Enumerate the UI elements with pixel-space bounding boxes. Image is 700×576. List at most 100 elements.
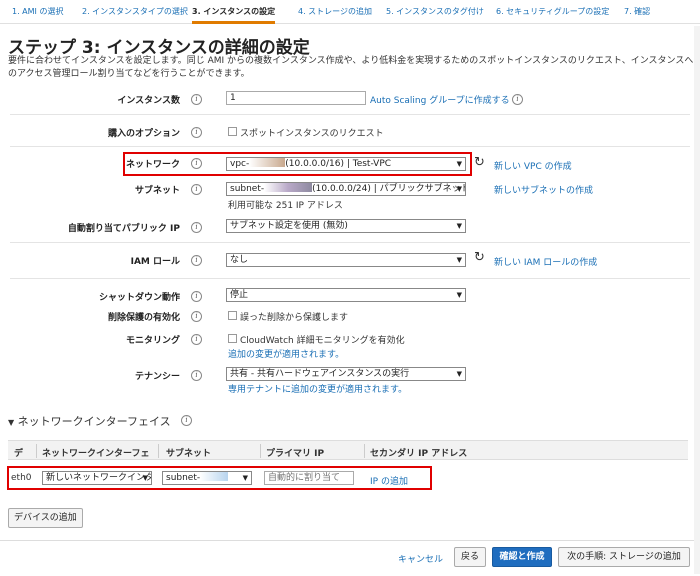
instance-count-input[interactable]: 1 bbox=[226, 91, 366, 105]
termination-protection-checkbox-label: 誤った削除から保護します bbox=[240, 313, 349, 323]
info-icon[interactable]: i bbox=[191, 291, 202, 302]
shutdown-label: シャットダウン動作 bbox=[98, 293, 180, 303]
redacted-mask bbox=[200, 472, 229, 481]
spot-instance-checkbox[interactable] bbox=[228, 127, 237, 136]
auto-scaling-link[interactable]: Auto Scaling グループに作成する bbox=[370, 93, 510, 106]
tab-configure-instance[interactable]: 3. インスタンスの設定 bbox=[192, 0, 276, 24]
tab-review[interactable]: 7. 確認 bbox=[624, 6, 650, 17]
chevron-down-icon: ▼ bbox=[456, 370, 462, 378]
wizard-tabs: 1. AMI の選択 2. インスタンスタイプの選択 3. インスタンスの設定 … bbox=[0, 0, 700, 24]
info-icon[interactable]: i bbox=[191, 127, 202, 138]
termination-protection-label: 削除保護の有効化 bbox=[107, 313, 180, 323]
subnet-cidr-name: (10.0.0.0/24) | パブリックサブネット bbox=[312, 184, 466, 194]
scrollbar[interactable] bbox=[694, 26, 700, 574]
redacted-mask bbox=[264, 183, 313, 192]
network-interfaces-section-header[interactable]: ▼ ネットワークインターフェイス bbox=[8, 413, 171, 429]
column-device: デ bbox=[14, 449, 24, 459]
column-separator bbox=[36, 444, 37, 458]
public-ip-label: 自動割り当てパブリック IP bbox=[67, 224, 180, 234]
vpc-cidr-name: (10.0.0.0/16) | Test-VPC bbox=[285, 159, 392, 169]
instance-count-label: インスタンス数 bbox=[117, 96, 180, 106]
page-description: 要件に合わせてインスタンスを設定します。同じ AMI からの複数インスタンス作成… bbox=[8, 56, 694, 79]
redacted-mask bbox=[249, 158, 286, 167]
row-subnet-select[interactable]: subnet- ▼ bbox=[162, 471, 252, 485]
monitoring-note: 追加の変更が適用されます。 bbox=[228, 350, 345, 360]
available-ip-hint: 利用可能な 251 IP アドレス bbox=[228, 201, 343, 211]
info-icon[interactable]: i bbox=[181, 415, 192, 426]
add-device-button[interactable]: デバイスの追加 bbox=[8, 508, 83, 528]
public-ip-value: サブネット設定を使用 (無効) bbox=[230, 221, 348, 231]
create-iam-role-link[interactable]: 新しい IAM ロールの作成 bbox=[494, 255, 597, 268]
divider bbox=[10, 278, 690, 279]
info-icon[interactable]: i bbox=[512, 94, 523, 105]
device-name: eth0 bbox=[11, 473, 32, 483]
column-secondary-ip: セカンダリ IP アドレス bbox=[370, 449, 468, 459]
next-add-storage-button[interactable]: 次の手順: ストレージの追加 bbox=[558, 547, 690, 567]
tenancy-note: 専用テナントに追加の変更が適用されます。 bbox=[228, 385, 408, 395]
iam-role-select[interactable]: なし ▼ bbox=[226, 253, 466, 267]
tab-add-storage[interactable]: 4. ストレージの追加 bbox=[298, 6, 372, 17]
tenancy-select[interactable]: 共有 - 共有ハードウェアインスタンスの実行 ▼ bbox=[226, 367, 466, 381]
refresh-icon[interactable]: ↻ bbox=[474, 251, 485, 264]
collapse-triangle-icon[interactable]: ▼ bbox=[8, 418, 14, 427]
chevron-down-icon: ▼ bbox=[456, 185, 462, 193]
cancel-link[interactable]: キャンセル bbox=[398, 552, 443, 565]
info-icon[interactable]: i bbox=[191, 255, 202, 266]
info-icon[interactable]: i bbox=[191, 158, 202, 169]
network-interfaces-title: ネットワークインターフェイス bbox=[17, 415, 171, 428]
info-icon[interactable]: i bbox=[191, 334, 202, 345]
subnet-select[interactable]: subnet- (10.0.0.0/24) | パブリックサブネット ▼ bbox=[226, 182, 466, 196]
info-icon[interactable]: i bbox=[191, 94, 202, 105]
monitoring-checkbox[interactable] bbox=[228, 334, 237, 343]
vpc-id-prefix: vpc- bbox=[230, 159, 250, 169]
info-icon[interactable]: i bbox=[191, 311, 202, 322]
column-separator bbox=[364, 444, 365, 458]
add-ip-link[interactable]: IP の追加 bbox=[370, 474, 408, 487]
public-ip-select[interactable]: サブネット設定を使用 (無効) ▼ bbox=[226, 219, 466, 233]
info-icon[interactable]: i bbox=[191, 222, 202, 233]
tab-add-tags[interactable]: 5. インスタンスのタグ付け bbox=[386, 6, 484, 17]
review-and-launch-button[interactable]: 確認と作成 bbox=[492, 547, 552, 567]
chevron-down-icon: ▼ bbox=[456, 256, 462, 264]
divider bbox=[10, 114, 690, 115]
chevron-down-icon: ▼ bbox=[456, 291, 462, 299]
network-interface-select[interactable]: 新しいネットワークインタ ▼ bbox=[42, 471, 152, 485]
chevron-down-icon: ▼ bbox=[242, 474, 248, 482]
back-button[interactable]: 戻る bbox=[454, 547, 486, 567]
row-subnet-prefix: subnet- bbox=[166, 473, 201, 483]
column-subnet: サブネット bbox=[166, 449, 212, 459]
chevron-down-icon: ▼ bbox=[142, 474, 148, 482]
create-vpc-link[interactable]: 新しい VPC の作成 bbox=[494, 159, 572, 172]
create-subnet-link[interactable]: 新しいサブネットの作成 bbox=[494, 183, 593, 196]
info-icon[interactable]: i bbox=[191, 184, 202, 195]
info-icon[interactable]: i bbox=[191, 370, 202, 381]
spot-instance-checkbox-label: スポットインスタンスのリクエスト bbox=[240, 129, 384, 139]
network-select[interactable]: vpc- (10.0.0.0/16) | Test-VPC ▼ bbox=[226, 157, 466, 171]
column-network-interface: ネットワークインターフェ bbox=[42, 449, 150, 459]
shutdown-value: 停止 bbox=[230, 290, 249, 300]
tenancy-label: テナンシー bbox=[134, 372, 180, 382]
network-interfaces-table-header: デ ネットワークインターフェ サブネット プライマリ IP セカンダリ IP ア… bbox=[8, 440, 688, 460]
purchase-option-label: 購入のオプション bbox=[107, 129, 180, 139]
tab-security-group[interactable]: 6. セキュリティグループの設定 bbox=[496, 6, 609, 17]
column-separator bbox=[260, 444, 261, 458]
divider bbox=[10, 146, 690, 147]
monitoring-checkbox-label: CloudWatch 詳細モニタリングを有効化 bbox=[240, 336, 405, 346]
iam-role-value: なし bbox=[230, 255, 249, 265]
subnet-id-prefix: subnet- bbox=[230, 184, 265, 194]
column-primary-ip: プライマリ IP bbox=[266, 449, 325, 459]
monitoring-label: モニタリング bbox=[125, 336, 180, 346]
termination-protection-checkbox[interactable] bbox=[228, 311, 237, 320]
chevron-down-icon: ▼ bbox=[456, 160, 462, 168]
primary-ip-input[interactable] bbox=[264, 471, 354, 485]
network-interface-value: 新しいネットワークインタ bbox=[46, 473, 152, 483]
chevron-down-icon: ▼ bbox=[456, 222, 462, 230]
tenancy-value: 共有 - 共有ハードウェアインスタンスの実行 bbox=[230, 369, 410, 379]
tab-select-ami[interactable]: 1. AMI の選択 bbox=[12, 6, 63, 17]
tab-select-instance-type[interactable]: 2. インスタンスタイプの選択 bbox=[82, 6, 188, 17]
iam-role-label: IAM ロール bbox=[130, 257, 180, 267]
shutdown-select[interactable]: 停止 ▼ bbox=[226, 288, 466, 302]
refresh-icon[interactable]: ↻ bbox=[474, 156, 485, 169]
subnet-label: サブネット bbox=[134, 186, 180, 196]
footer-divider bbox=[0, 540, 700, 541]
